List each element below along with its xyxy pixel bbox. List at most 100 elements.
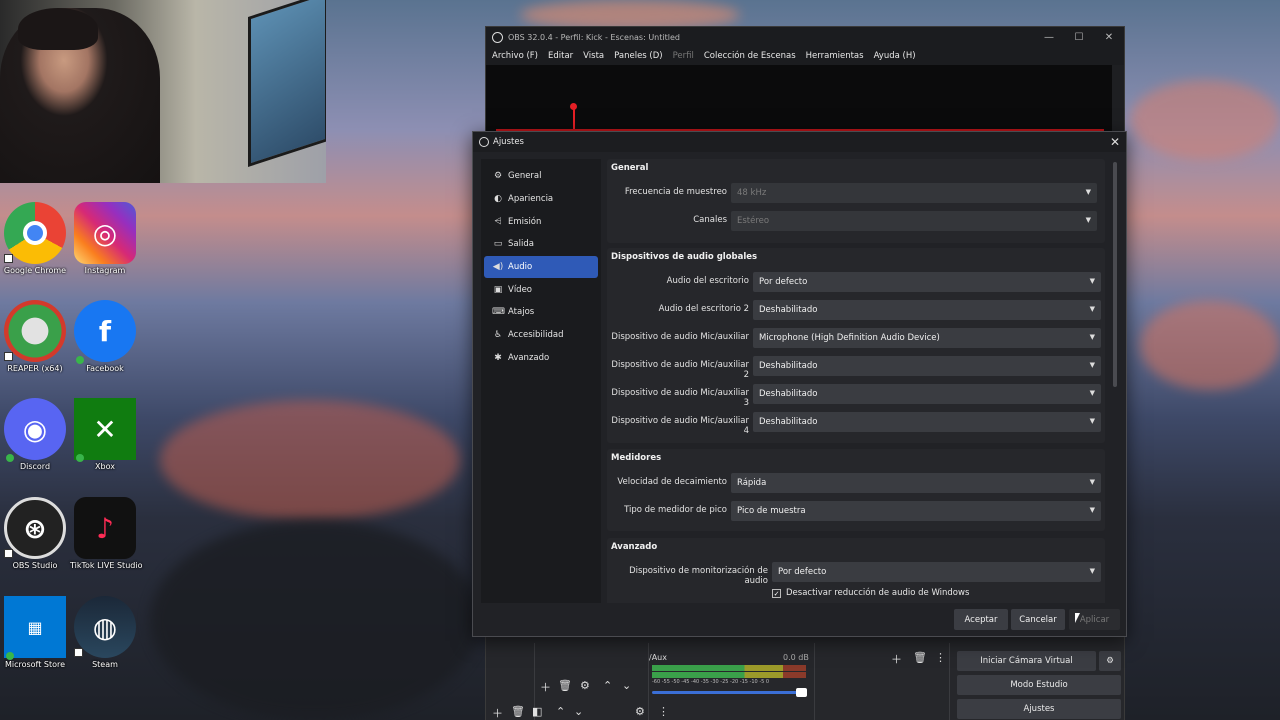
chevron-down-icon: ▼ — [1089, 305, 1095, 313]
desktop-icon-label: Xbox — [95, 462, 115, 471]
add-source-icon[interactable]: ＋ — [540, 679, 551, 695]
mouse-cursor-icon — [1075, 613, 1080, 623]
sidebar-item-apariencia[interactable]: ◐ Apariencia — [484, 188, 598, 211]
sample-rate-select[interactable]: 48 kHz ▼ — [731, 183, 1097, 203]
desktop-icon-steam[interactable]: ◍ Steam — [70, 596, 140, 669]
remove-scene-icon[interactable]: 🗑 — [511, 705, 525, 718]
menu-ayuda[interactable]: Ayuda (H) — [874, 51, 916, 61]
minimize-icon[interactable]: — — [1034, 32, 1064, 43]
volume-slider-handle[interactable] — [796, 688, 807, 697]
close-icon[interactable]: ✕ — [1094, 32, 1124, 43]
maximize-icon[interactable]: ☐ — [1064, 32, 1094, 43]
channels-row: Canales Estéreo ▼ — [607, 211, 1105, 231]
remove-source-icon[interactable]: 🗑 — [558, 679, 572, 692]
channels-label: Canales — [693, 215, 727, 225]
desktop-icon-xbox[interactable]: ✕ Xbox — [70, 398, 140, 471]
accept-button[interactable]: Aceptar — [954, 609, 1008, 630]
volume-slider[interactable] — [652, 691, 806, 694]
menu-perfil[interactable]: Perfil — [673, 51, 694, 61]
mixer-menu-icon[interactable]: ⋮ — [658, 705, 669, 718]
sidebar-item-audio[interactable]: ◀) Audio — [484, 255, 598, 279]
close-icon[interactable]: ✕ — [1104, 135, 1126, 149]
xbox-icon: ✕ — [74, 398, 136, 460]
mic-aux-4-select[interactable]: Deshabilitado ▼ — [753, 412, 1101, 432]
device-row: Audio del escritorio Por defecto ▼ — [607, 272, 1105, 292]
obs-icon: ⊛ — [4, 497, 66, 559]
chevron-down-icon: ▼ — [1089, 277, 1095, 285]
add-transition-icon[interactable]: ＋ — [891, 651, 902, 667]
desktop-icon-reaper[interactable]: REAPER (x64) — [0, 300, 70, 373]
desktop-icon-label: REAPER (x64) — [7, 364, 63, 373]
cloud — [160, 400, 460, 520]
device-label: Dispositivo de audio Mic/auxiliar 2 — [611, 360, 749, 380]
desktop-icon-label: Discord — [19, 462, 51, 471]
more-options-icon[interactable]: ⋮ — [935, 651, 946, 664]
desktop-icon-microsoft-store[interactable]: ▦ Microsoft Store — [0, 596, 70, 669]
menu-archivo[interactable]: Archivo (F) — [492, 51, 538, 61]
decay-label: Velocidad de decaimiento — [617, 477, 727, 487]
handle-stem — [573, 109, 575, 129]
monitor-device-select[interactable]: Por defecto ▼ — [772, 562, 1101, 582]
volume-meter — [652, 672, 806, 678]
menu-paneles[interactable]: Paneles (D) — [614, 51, 662, 61]
sample-rate-value: 48 kHz — [737, 188, 767, 198]
peak-meter-select[interactable]: Pico de muestra ▼ — [731, 501, 1101, 521]
chevron-down-icon: ▼ — [1089, 333, 1095, 341]
desktop-icon-discord[interactable]: ◉ Discord — [0, 398, 70, 471]
desktop-audio-2-select[interactable]: Deshabilitado ▼ — [753, 300, 1101, 320]
device-row: Dispositivo de audio Mic/auxiliar 4 Desh… — [607, 412, 1105, 436]
desktop-icon-tiktok[interactable]: ♪ TikTok LIVE Studio — [70, 497, 143, 570]
desktop-icon-label: Instagram — [84, 266, 126, 275]
desktop-icon-chrome[interactable]: Google Chrome — [0, 202, 70, 275]
desktop-icon-obs[interactable]: ⊛ OBS Studio — [0, 497, 70, 570]
desktop-icon-facebook[interactable]: f Facebook — [70, 300, 140, 373]
desktop-audio-select[interactable]: Por defecto ▼ — [753, 272, 1101, 292]
mic-aux-select[interactable]: Microphone (High Definition Audio Device… — [753, 328, 1101, 348]
device-value: Deshabilitado — [759, 361, 818, 371]
sidebar-item-label: Accesibilidad — [508, 330, 564, 341]
remove-transition-icon[interactable]: 🗑 — [913, 651, 927, 664]
menu-herramientas[interactable]: Herramientas — [806, 51, 864, 61]
studio-mode-button[interactable]: Modo Estudio — [957, 675, 1121, 695]
sidebar-item-atajos[interactable]: ⌨ Atajos — [484, 301, 598, 324]
start-virtual-camera-button[interactable]: Iniciar Cámara Virtual — [957, 651, 1096, 671]
sidebar-item-video[interactable]: ▣ Vídeo — [484, 278, 598, 301]
menu-coleccion[interactable]: Colección de Escenas — [704, 51, 796, 61]
sidebar-item-label: Vídeo — [508, 284, 533, 295]
move-down-icon[interactable]: ⌄ — [622, 679, 631, 692]
obs-titlebar: OBS 32.0.4 - Perfil: Kick - Escenas: Unt… — [486, 27, 1124, 47]
chevron-down-icon: ▼ — [1089, 361, 1095, 369]
group-meters: Medidores Velocidad de decaimiento Rápid… — [607, 449, 1105, 531]
scene-down-icon[interactable]: ⌄ — [574, 705, 583, 718]
cancel-button[interactable]: Cancelar — [1011, 609, 1065, 630]
mic-aux-3-select[interactable]: Deshabilitado ▼ — [753, 384, 1101, 404]
ducking-checkbox-row[interactable]: ✓ Desactivar reducción de audio de Windo… — [772, 588, 969, 598]
sidebar-item-emision[interactable]: ⩤ Emisión — [484, 210, 598, 233]
group-title: Medidores — [611, 453, 662, 463]
decay-select[interactable]: Rápida ▼ — [731, 473, 1101, 493]
obs-logo-icon — [479, 137, 489, 147]
preview-canvas[interactable] — [486, 65, 1112, 135]
desktop-icon-instagram[interactable]: ◎ Instagram — [70, 202, 140, 275]
sidebar-item-avanzado[interactable]: ✱ Avanzado — [484, 347, 598, 370]
discord-icon: ◉ — [4, 398, 66, 460]
scene-filter-icon[interactable]: ◧ — [532, 705, 542, 718]
mixer-advanced-icon[interactable]: ⚙ — [635, 705, 645, 718]
menu-vista[interactable]: Vista — [583, 51, 604, 61]
ducking-checkbox[interactable]: ✓ — [772, 588, 781, 598]
sidebar-item-accesibilidad[interactable]: ♿ Accesibilidad — [484, 324, 598, 347]
move-up-icon[interactable]: ⌃ — [603, 679, 612, 692]
add-scene-icon[interactable]: ＋ — [492, 705, 503, 720]
mic-aux-2-select[interactable]: Deshabilitado ▼ — [753, 356, 1101, 376]
source-settings-icon[interactable]: ⚙ — [580, 679, 590, 692]
content-scrollbar[interactable] — [1113, 162, 1117, 387]
sidebar-item-salida[interactable]: ▭ Salida — [484, 233, 598, 256]
group-title: Avanzado — [611, 542, 658, 552]
virtual-camera-settings-icon[interactable]: ⚙ — [1099, 651, 1121, 671]
menu-editar[interactable]: Editar — [548, 51, 573, 61]
sidebar-item-general[interactable]: ⚙ General — [484, 165, 598, 188]
channels-select[interactable]: Estéreo ▼ — [731, 211, 1097, 231]
scene-up-icon[interactable]: ⌃ — [556, 705, 565, 718]
settings-button[interactable]: Ajustes — [957, 699, 1121, 719]
desktop-icon-label: TikTok LIVE Studio — [70, 561, 143, 570]
